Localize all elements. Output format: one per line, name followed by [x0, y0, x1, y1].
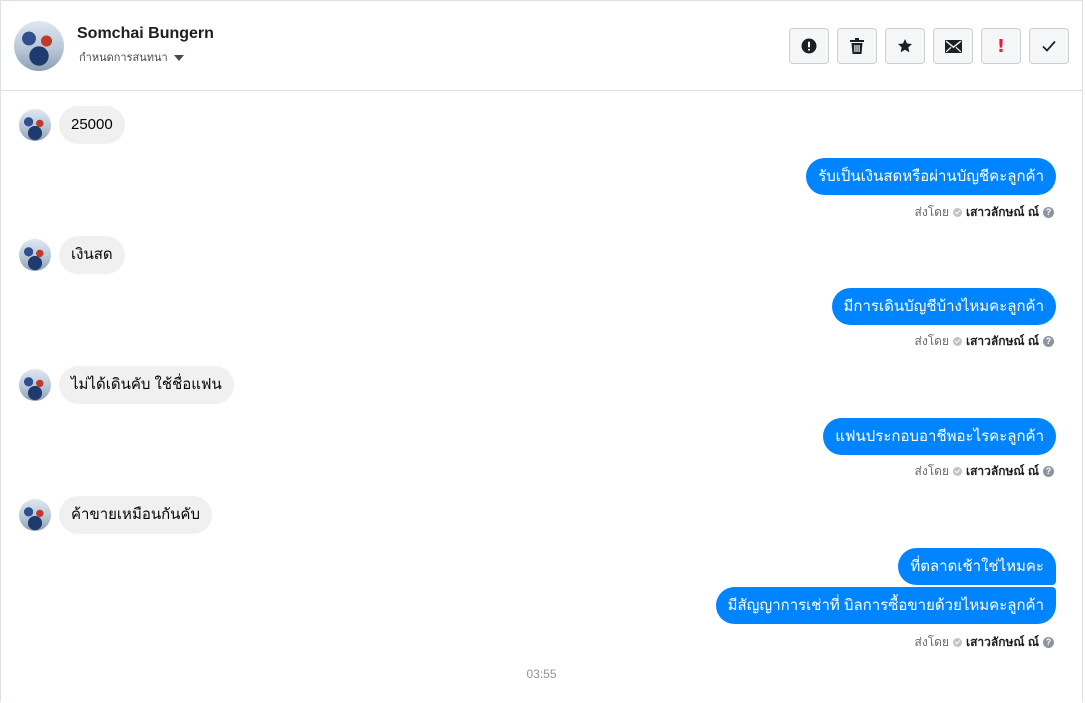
sent-by-prefix: ส่งโดย	[914, 334, 949, 348]
important-icon: !	[996, 35, 1006, 57]
sent-by-name[interactable]: เสาวลักษณ์ ณ์	[966, 203, 1039, 222]
contact-avatar-small	[19, 109, 51, 141]
sent-by-line: ส่งโดย เสาวลักษณ์ ณ์ ?	[915, 203, 1054, 222]
message-group-outgoing: ที่ตลาดเช้าใช่ไหมคะ มีสัญญาการเช่าที่ บิ…	[715, 548, 1056, 624]
report-icon	[801, 38, 817, 54]
caret-down-icon	[173, 54, 184, 61]
sent-by-line: ส่งโดย เสาวลักษณ์ ณ์ ?	[915, 332, 1054, 351]
mark-done-button[interactable]	[1029, 28, 1069, 64]
important-button[interactable]: !	[981, 28, 1021, 64]
sent-check-icon	[952, 467, 962, 476]
star-icon	[898, 39, 912, 53]
conversation-header: Somchai Bungern กำหนดการสนทนา !	[1, 1, 1082, 91]
star-button[interactable]	[885, 28, 925, 64]
sent-by-name[interactable]: เสาวลักษณ์ ณ์	[966, 462, 1039, 481]
help-icon[interactable]: ?	[1043, 336, 1054, 347]
help-icon[interactable]: ?	[1043, 466, 1054, 477]
outgoing-message-bubble[interactable]: มีการเดินบัญชีบ้างไหมคะลูกค้า	[831, 288, 1056, 325]
sent-by-prefix: ส่งโดย	[914, 635, 949, 649]
message-row-outgoing: รับเป็นเงินสดหรือผ่านบัญชีคะลูกค้า	[806, 158, 1056, 195]
message-timestamp: 03:55	[526, 667, 557, 681]
outgoing-message-bubble[interactable]: รับเป็นเงินสดหรือผ่านบัญชีคะลูกค้า	[806, 158, 1056, 195]
message-list: 25000 รับเป็นเงินสดหรือผ่านบัญชีคะลูกค้า…	[1, 91, 1082, 703]
contact-avatar-small	[19, 369, 51, 401]
outgoing-message-bubble[interactable]: แฟนประกอบอาชีพอะไรคะลูกค้า	[823, 418, 1056, 455]
report-button[interactable]	[789, 28, 829, 64]
message-row-incoming: ไม่ได้เดินคับ ใช้ชื่อแฟน	[19, 366, 234, 404]
contact-avatar-small	[19, 239, 51, 271]
conversation-schedule-label: กำหนดการสนทนา	[79, 52, 168, 64]
contact-avatar-small	[19, 499, 51, 531]
sent-by-prefix: ส่งโดย	[914, 464, 949, 478]
incoming-message-bubble[interactable]: เงินสด	[59, 236, 125, 274]
action-toolbar: !	[789, 28, 1069, 64]
incoming-message-bubble[interactable]: ค้าขายเหมือนกันคับ	[59, 496, 212, 534]
message-row-incoming: 25000	[19, 106, 125, 144]
help-icon[interactable]: ?	[1043, 637, 1054, 648]
help-icon[interactable]: ?	[1043, 207, 1054, 218]
sent-by-line: ส่งโดย เสาวลักษณ์ ณ์ ?	[915, 633, 1054, 652]
check-icon	[1042, 40, 1056, 52]
conversation-schedule-dropdown[interactable]: กำหนดการสนทนา	[79, 48, 184, 66]
sent-by-name[interactable]: เสาวลักษณ์ ณ์	[966, 332, 1039, 351]
sent-by-line: ส่งโดย เสาวลักษณ์ ณ์ ?	[915, 462, 1054, 481]
sent-by-prefix: ส่งโดย	[914, 205, 949, 219]
outgoing-message-bubble[interactable]: ที่ตลาดเช้าใช่ไหมคะ	[898, 548, 1056, 585]
envelope-icon	[944, 39, 962, 53]
message-row-outgoing: แฟนประกอบอาชีพอะไรคะลูกค้า	[823, 418, 1056, 455]
conversation-panel: Somchai Bungern กำหนดการสนทนา ! 25000 รั…	[0, 0, 1083, 702]
sent-check-icon	[952, 208, 962, 217]
sent-by-name[interactable]: เสาวลักษณ์ ณ์	[966, 633, 1039, 652]
delete-button[interactable]	[837, 28, 877, 64]
contact-name[interactable]: Somchai Bungern	[77, 25, 214, 43]
incoming-message-bubble[interactable]: ไม่ได้เดินคับ ใช้ชื่อแฟน	[59, 366, 234, 404]
sent-check-icon	[952, 638, 962, 647]
message-row-outgoing: มีการเดินบัญชีบ้างไหมคะลูกค้า	[831, 288, 1056, 325]
contact-avatar[interactable]	[14, 21, 64, 71]
mark-unread-button[interactable]	[933, 28, 973, 64]
trash-icon	[850, 38, 864, 54]
sent-check-icon	[952, 337, 962, 346]
incoming-message-bubble[interactable]: 25000	[59, 106, 125, 144]
message-row-incoming: ค้าขายเหมือนกันคับ	[19, 496, 212, 534]
message-row-incoming: เงินสด	[19, 236, 125, 274]
outgoing-message-bubble[interactable]: มีสัญญาการเช่าที่ บิลการซื้อขายด้วยไหมคะ…	[715, 587, 1056, 624]
